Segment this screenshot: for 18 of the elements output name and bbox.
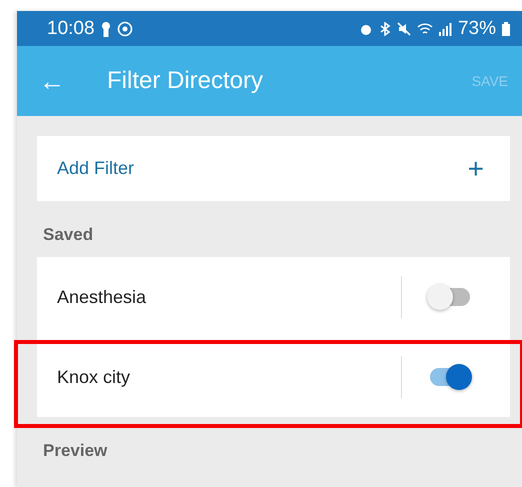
plus-icon: + xyxy=(468,154,484,182)
section-heading: Preview xyxy=(43,441,108,461)
filter-name: Knox city xyxy=(57,366,132,388)
battery-percent: 73% xyxy=(458,18,496,40)
circle-icon xyxy=(116,20,133,36)
bluetooth-icon xyxy=(378,22,391,36)
add-filter-label: Add Filter xyxy=(57,158,134,179)
wifi-icon xyxy=(416,22,433,36)
section-heading: Saved xyxy=(43,225,94,245)
keyhole-icon xyxy=(100,20,111,36)
battery-icon xyxy=(502,22,510,36)
add-filter-button[interactable]: Add Filter + xyxy=(37,136,510,201)
mute-icon xyxy=(396,22,411,36)
filter-name: Anesthesia xyxy=(57,286,148,308)
status-time: 10:08 xyxy=(47,18,95,40)
back-button[interactable]: ← xyxy=(39,66,65,96)
screen-title: Filter Directory xyxy=(107,67,264,95)
signal-icon xyxy=(438,22,452,36)
